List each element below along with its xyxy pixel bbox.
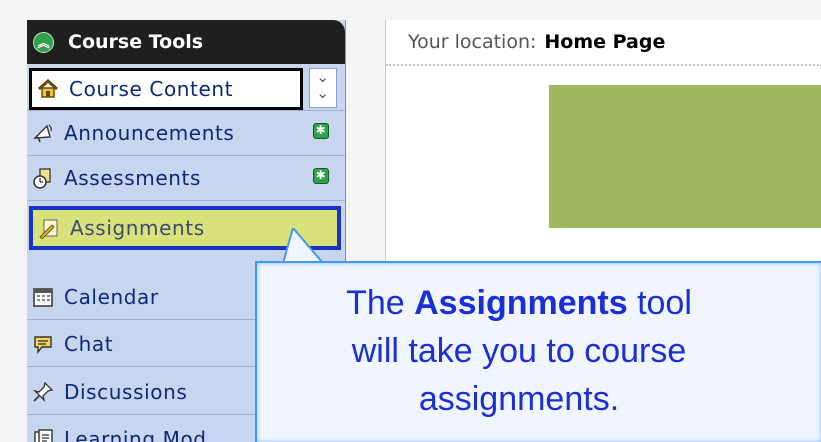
stopwatch-icon — [32, 167, 54, 189]
callout-line-3: assignments. — [418, 380, 620, 418]
sidebar-header: ︽ Course Tools — [27, 20, 345, 64]
location-label: Your location: — [408, 31, 537, 53]
breadcrumb: Your location: Home Page — [386, 20, 821, 66]
new-content-icon: ✱ — [313, 123, 329, 139]
callout-text: tool — [637, 284, 692, 322]
sidebar-item-label: Assessments — [64, 166, 201, 190]
sidebar-item-assessments[interactable]: Assessments ✱ — [27, 156, 345, 201]
sidebar-item-label: Discussions — [64, 380, 188, 404]
sidebar-item-announcements[interactable]: Announcements ✱ — [27, 111, 345, 156]
megaphone-icon — [32, 122, 54, 144]
speech-bubble-icon — [32, 333, 54, 355]
pencil-paper-icon — [38, 217, 60, 239]
sidebar-item-label: Assignments — [70, 216, 205, 240]
sidebar-item-label: Chat — [64, 332, 114, 356]
callout-line-1: The Assignments tool — [257, 279, 781, 327]
home-page-banner — [549, 85, 821, 228]
sidebar-title: Course Tools — [68, 31, 204, 53]
sidebar-item-label: Calendar — [64, 285, 159, 309]
house-icon — [37, 78, 59, 100]
tutorial-callout: The Assignments tool will take you to co… — [255, 261, 821, 442]
sidebar-item-label: Announcements — [64, 121, 235, 145]
callout-text: The — [346, 284, 405, 322]
callout-pointer — [283, 228, 323, 263]
chevron-up-circle-icon[interactable]: ︽ — [33, 31, 54, 53]
sidebar-item-course-content[interactable]: Course Content ⌄ ⌄ — [27, 66, 345, 111]
callout-emphasis: Assignments — [414, 284, 628, 322]
double-chevron-down-icon[interactable]: ⌄ ⌄ — [309, 68, 337, 108]
sidebar-item-label: Learning Mod — [64, 427, 207, 442]
new-content-icon: ✱ — [313, 168, 329, 184]
location-value[interactable]: Home Page — [544, 31, 665, 53]
sidebar-item-label: Course Content — [69, 77, 234, 101]
callout-line-2: will take you to course — [351, 332, 687, 370]
calendar-icon — [32, 286, 54, 308]
pushpin-icon — [32, 381, 54, 403]
document-stack-icon — [32, 428, 54, 442]
course-content-link[interactable]: Course Content — [29, 68, 303, 110]
